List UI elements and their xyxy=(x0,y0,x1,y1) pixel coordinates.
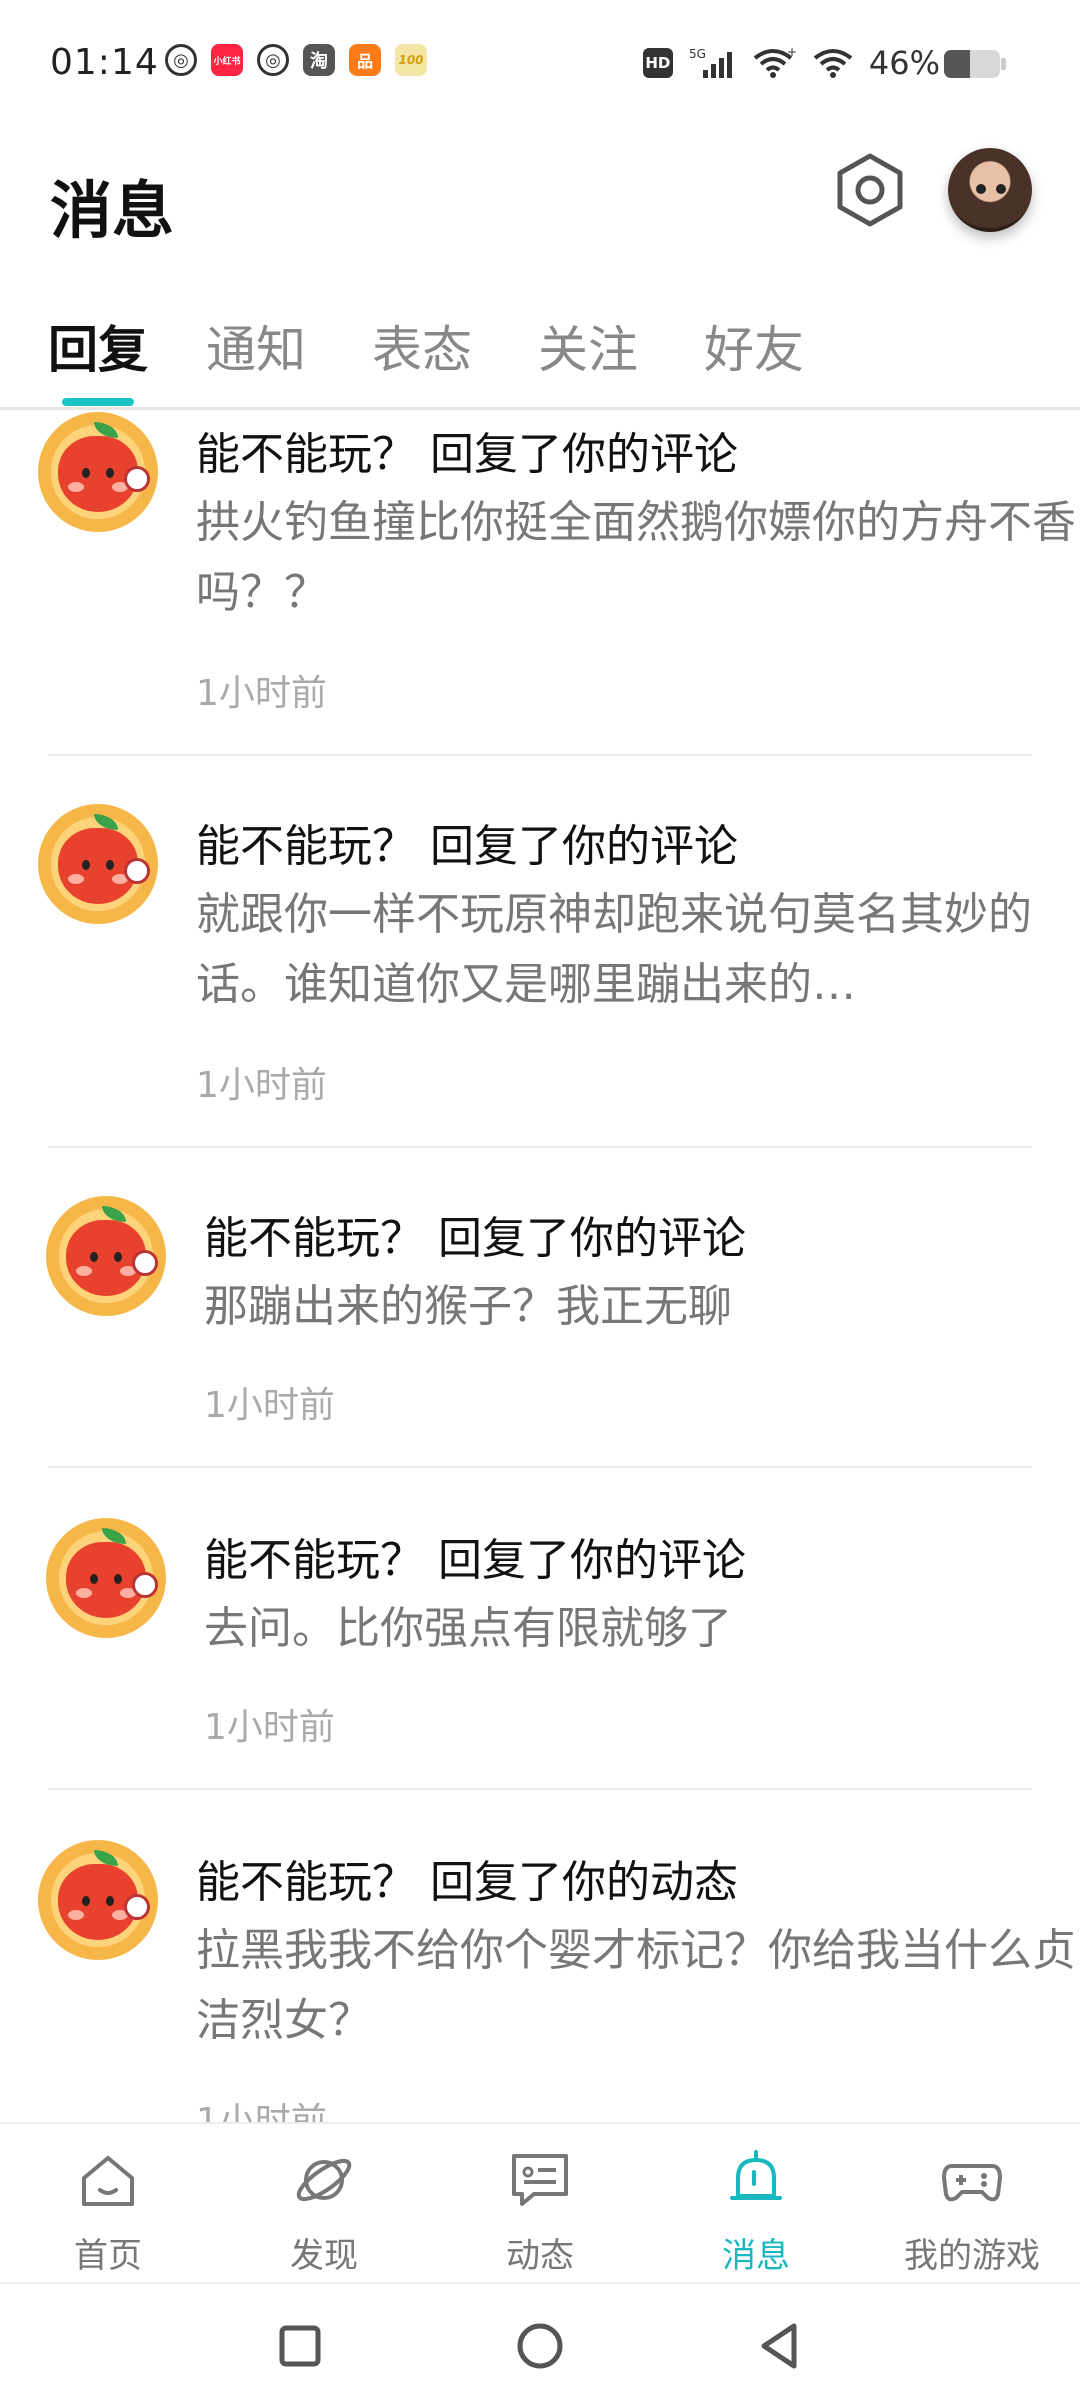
status-time: 01:14 xyxy=(50,42,159,83)
wifi-plus-icon: + xyxy=(753,46,797,78)
nav-feed[interactable]: 动态 xyxy=(432,2124,648,2284)
battery-icon xyxy=(944,50,1000,78)
status-bar: 01:14 ◎ 小红书 ◎ 淘 品 100 HD 5G + 46% xyxy=(0,0,1080,130)
chat-card-icon xyxy=(512,2154,568,2206)
message-list[interactable]: 能不能玩？ 回复了你的评论 拱火钓鱼撞比你挺全面然鹅你嫖你的方舟不香吗？？ 1小… xyxy=(0,412,1080,2122)
home-icon xyxy=(82,2156,134,2206)
netease-music-icon: ◎ xyxy=(165,44,197,76)
page-title: 消息 xyxy=(50,174,175,247)
message-tabs: 回复 通知 表态 关注 好友 xyxy=(0,300,1080,410)
nav-feed-label: 动态 xyxy=(506,2236,574,2276)
nav-discover[interactable]: 发现 xyxy=(216,2124,432,2284)
nav-discover-label: 发现 xyxy=(290,2236,358,2276)
message-time: 1小时前 xyxy=(196,673,327,714)
taobao-icon: 淘 xyxy=(303,44,335,76)
settings-button[interactable] xyxy=(830,150,910,230)
bell-icon xyxy=(730,2150,782,2200)
sender-avatar[interactable] xyxy=(38,804,158,924)
planet-icon xyxy=(296,2158,352,2202)
divider xyxy=(48,754,1032,756)
nav-home[interactable]: 首页 xyxy=(0,2124,216,2284)
netease-music-icon-2: ◎ xyxy=(257,44,289,76)
message-body: 去问。比你强点有限就够了 xyxy=(204,1603,732,1654)
message-body: 那蹦出来的猴子？我正无聊 xyxy=(204,1281,732,1332)
wifi-icon xyxy=(813,49,853,78)
back-button[interactable] xyxy=(748,2314,812,2378)
network-label: 5G xyxy=(689,47,706,61)
signal-5g-icon: 5G xyxy=(689,47,732,78)
message-body: 拱火钓鱼撞比你挺全面然鹅你嫖你的方舟不香吗？？ xyxy=(196,497,1076,618)
nav-messages[interactable]: 消息 xyxy=(648,2124,864,2284)
user-avatar[interactable] xyxy=(948,148,1032,232)
svg-text:+: + xyxy=(787,46,797,59)
square-icon xyxy=(279,2325,321,2367)
message-title: 能不能玩？ 回复了你的动态 xyxy=(196,1857,738,1908)
system-navigation-bar xyxy=(0,2282,1080,2408)
xiaohongshu-icon: 小红书 xyxy=(211,44,243,76)
tab-follow[interactable]: 关注 xyxy=(538,310,638,382)
battery-cap xyxy=(1001,58,1006,70)
sender-avatar[interactable] xyxy=(46,1518,166,1638)
message-title: 能不能玩？ 回复了你的评论 xyxy=(196,821,738,872)
message-title: 能不能玩？ 回复了你的评论 xyxy=(196,429,738,480)
sender-avatar[interactable] xyxy=(38,1840,158,1960)
back-triangle-icon xyxy=(761,2323,797,2369)
message-time: 1小时前 xyxy=(204,1707,335,1748)
status-indicators: HD 5G + 46% xyxy=(642,44,940,82)
message-body: 就跟你一样不玩原神却跑来说句莫名其妙的话。谁知道你又是哪里蹦出来的… xyxy=(196,889,1032,1010)
battery-level-fill xyxy=(944,50,970,78)
message-title: 能不能玩？ 回复了你的评论 xyxy=(204,1213,746,1264)
page-header: 消息 xyxy=(0,130,1080,270)
divider xyxy=(48,1466,1032,1468)
app-100-icon: 100 xyxy=(395,44,427,76)
gamepad-icon xyxy=(942,2164,1002,2202)
recent-apps-button[interactable] xyxy=(268,2314,332,2378)
message-time: 1小时前 xyxy=(196,1065,327,1106)
sender-avatar[interactable] xyxy=(38,412,158,532)
nav-messages-label: 消息 xyxy=(722,2236,790,2276)
bottom-navigation: 首页 发现 动态 消息 我的游戏 xyxy=(0,2122,1080,2282)
divider xyxy=(48,1788,1032,1790)
nav-my-games-label: 我的游戏 xyxy=(904,2236,1040,2276)
message-time: 1小时前 xyxy=(204,1385,335,1426)
circle-icon xyxy=(517,2323,563,2369)
tab-notification[interactable]: 通知 xyxy=(206,310,306,382)
tab-reaction[interactable]: 表态 xyxy=(372,310,472,382)
tab-friends[interactable]: 好友 xyxy=(704,310,804,382)
nav-home-label: 首页 xyxy=(74,2236,142,2276)
message-title: 能不能玩？ 回复了你的评论 xyxy=(204,1535,746,1586)
gear-icon xyxy=(837,153,903,227)
app-orange-icon: 品 xyxy=(349,44,381,76)
battery-percent: 46% xyxy=(868,44,940,82)
tab-reply[interactable]: 回复 xyxy=(48,310,148,382)
message-body: 拉黑我我不给你个婴才标记？你给我当什么贞洁烈女？ xyxy=(196,1925,1076,2046)
message-time: 1小时前 xyxy=(196,2101,327,2122)
active-tab-indicator xyxy=(62,398,134,406)
home-button[interactable] xyxy=(508,2314,572,2378)
divider xyxy=(48,1146,1032,1148)
nav-my-games[interactable]: 我的游戏 xyxy=(864,2124,1080,2284)
status-app-icons: ◎ 小红书 ◎ 淘 品 100 xyxy=(165,44,427,76)
hd-icon: HD xyxy=(642,48,673,78)
sender-avatar[interactable] xyxy=(46,1196,166,1316)
